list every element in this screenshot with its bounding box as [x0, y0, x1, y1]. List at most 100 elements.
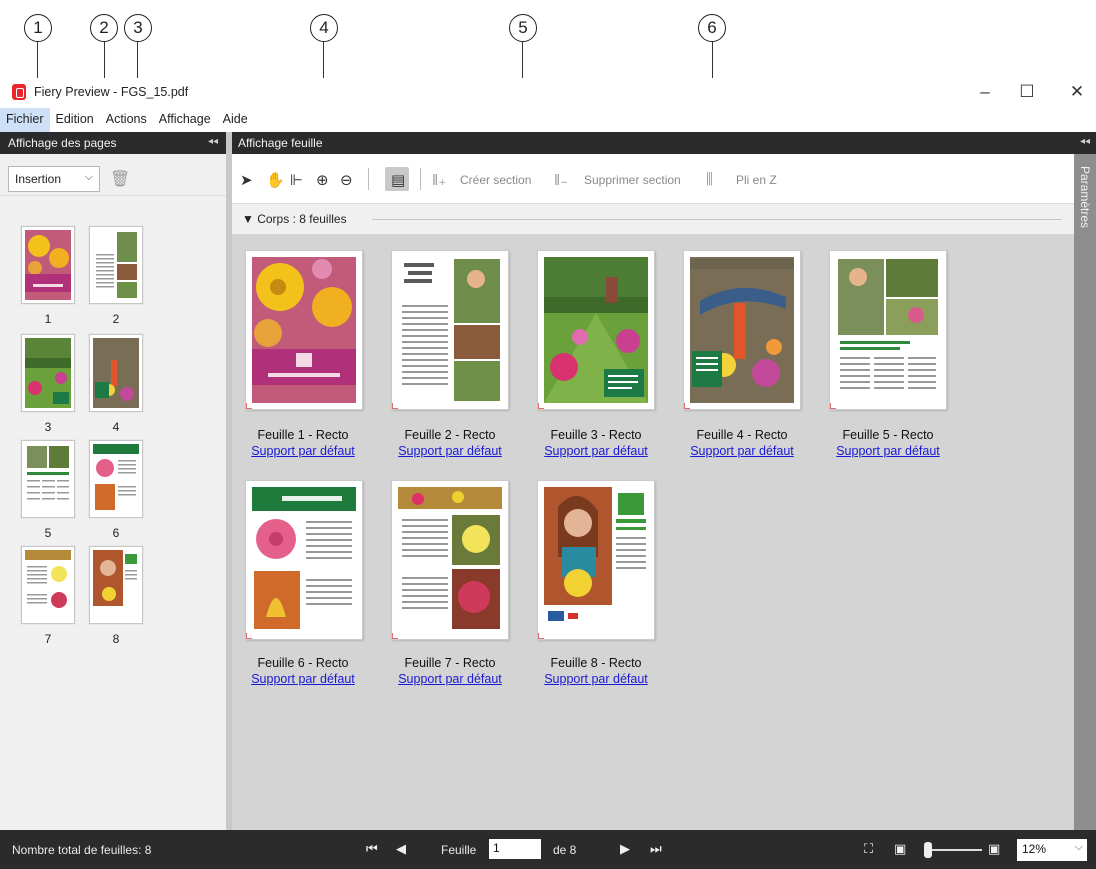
callout-3: 3: [124, 14, 152, 42]
sheet-4[interactable]: [683, 250, 801, 410]
section-header[interactable]: ▼ Corps : 8 feuilles: [232, 204, 1074, 234]
select-arrow-icon[interactable]: ➤: [240, 171, 253, 189]
sheet-8-image: [544, 487, 648, 633]
sheet-4-corner-mark: [684, 403, 690, 409]
page-thumbnail-3[interactable]: [21, 334, 75, 412]
delete-section-label[interactable]: Supprimer section: [584, 173, 681, 187]
sheet-7-corner-mark: [392, 633, 398, 639]
sheet-1[interactable]: [245, 250, 363, 410]
sheet-7-label: Feuille 7 - Recto: [404, 656, 496, 670]
total-sheets-count: Nombre total de feuilles: 8: [12, 843, 152, 857]
sheet-2[interactable]: [391, 250, 509, 410]
first-page-icon[interactable]: ⏮: [366, 841, 378, 857]
page-number-6: 6: [112, 526, 120, 540]
menu-bar: Fichier Edition Actions Affichage Aide: [0, 108, 1096, 132]
sheet-4-media-link[interactable]: Support par défaut: [667, 444, 817, 458]
next-page-icon[interactable]: ▶: [620, 841, 630, 857]
collapse-left-icon[interactable]: ◂◂: [208, 136, 218, 147]
page-marker-icon[interactable]: ⊩: [290, 171, 303, 189]
sheet-3-media-link[interactable]: Support par défaut: [521, 444, 671, 458]
window-title: Fiery Preview - FGS_15.pdf: [34, 85, 189, 99]
sheet-3[interactable]: [537, 250, 655, 410]
small-thumbnail-icon[interactable]: ▣: [894, 841, 906, 857]
chevron-down-icon: ⌵: [84, 171, 93, 183]
last-page-icon[interactable]: ⏭: [650, 841, 662, 857]
zoom-in-icon[interactable]: ⊕: [316, 171, 329, 189]
page-number-7: 7: [44, 632, 52, 646]
sheet-7-media-link[interactable]: Support par défaut: [375, 672, 525, 686]
page-thumbnail-7[interactable]: [21, 546, 75, 624]
toolbar-separator: [368, 168, 369, 190]
sheet-8-media-link[interactable]: Support par défaut: [521, 672, 671, 686]
sheet-5-label: Feuille 5 - Recto: [842, 428, 934, 442]
sheet-6-media-link[interactable]: Support par défaut: [228, 672, 378, 686]
page-7-image: [25, 550, 71, 620]
insertion-mode-select[interactable]: Insertion ⌵: [8, 166, 100, 192]
z-fold-icon[interactable]: ⫼: [706, 171, 713, 188]
sheet-number-input[interactable]: 1: [489, 839, 541, 859]
sheet-5-media-link[interactable]: Support par défaut: [813, 444, 963, 458]
page-2-image: [93, 230, 139, 300]
sheet-1-image: [252, 257, 356, 403]
sheet-thumbnail-icon[interactable]: ▤: [391, 171, 405, 189]
page-number-2: 2: [112, 312, 120, 326]
page-3-image: [25, 338, 71, 408]
sheet-8[interactable]: [537, 480, 655, 640]
settings-panel-collapsed[interactable]: ◂◂ Paramètres: [1074, 132, 1096, 830]
menu-affichage[interactable]: Affichage: [153, 108, 217, 132]
insertion-mode-value: Insertion: [15, 172, 62, 186]
callout-6: 6: [698, 14, 726, 42]
page-thumbnail-5[interactable]: [21, 440, 75, 518]
page-thumbnail-1[interactable]: [21, 226, 75, 304]
zoom-out-icon[interactable]: ⊖: [340, 171, 353, 189]
delete-section-icon[interactable]: ‖₋: [554, 171, 568, 189]
chevron-down-icon: ⌵: [1074, 841, 1083, 853]
sheet-6-corner-mark: [246, 633, 252, 639]
sheet-5[interactable]: [829, 250, 947, 410]
zoom-level-select[interactable]: 12% ⌵: [1017, 839, 1087, 861]
sheet-2-label: Feuille 2 - Recto: [404, 428, 496, 442]
close-button[interactable]: ✕: [1062, 80, 1092, 104]
sheet-nav-label: Feuille: [441, 843, 477, 857]
pan-hand-icon[interactable]: ✋: [266, 171, 285, 189]
previous-page-icon[interactable]: ◀: [396, 841, 406, 857]
sheet-6-label: Feuille 6 - Recto: [257, 656, 349, 670]
sheet-1-label: Feuille 1 - Recto: [257, 428, 349, 442]
delete-trash-icon[interactable]: 🗑: [110, 169, 130, 189]
expand-right-icon[interactable]: ◂◂: [1074, 132, 1096, 154]
menu-actions[interactable]: Actions: [100, 108, 153, 132]
sheet-2-media-link[interactable]: Support par défaut: [375, 444, 525, 458]
zoom-slider-track[interactable]: [930, 849, 982, 851]
page-view-title: Affichage des pages: [8, 136, 117, 150]
page-thumbnail-4[interactable]: [89, 334, 143, 412]
page-5-image: [25, 444, 71, 514]
sheet-total-label: de 8: [553, 843, 577, 857]
menu-edition[interactable]: Edition: [50, 108, 100, 132]
settings-panel-label: Paramètres: [1078, 166, 1092, 229]
fit-to-window-icon[interactable]: ⛶: [864, 841, 873, 857]
zoom-slider-handle[interactable]: [924, 842, 932, 858]
page-thumbnail-6[interactable]: [89, 440, 143, 518]
sheet-view-header: Affichage feuille: [232, 132, 1074, 154]
page-thumbnail-8[interactable]: [89, 546, 143, 624]
minimize-button[interactable]: –: [970, 80, 1000, 104]
menu-fichier[interactable]: Fichier: [0, 108, 50, 132]
zoom-level-value: 12%: [1022, 842, 1047, 856]
sheet-5-corner-mark: [830, 403, 836, 409]
page-8-image: [93, 550, 139, 620]
page-number-3: 3: [44, 420, 52, 434]
create-section-icon[interactable]: ‖₊: [432, 171, 446, 189]
page-thumbnail-2[interactable]: [89, 226, 143, 304]
large-thumbnail-icon[interactable]: ▣: [988, 841, 1000, 857]
sheet-1-media-link[interactable]: Support par défaut: [228, 444, 378, 458]
create-section-label[interactable]: Créer section: [460, 173, 531, 187]
sheet-6[interactable]: [245, 480, 363, 640]
menu-aide[interactable]: Aide: [217, 108, 254, 132]
sheet-canvas: ▼ Corps : 8 feuilles Feuille 1 - Recto S…: [232, 204, 1074, 830]
title-bar: Fiery Preview - FGS_15.pdf – ☐ ✕: [0, 78, 1096, 108]
maximize-button[interactable]: ☐: [1012, 80, 1042, 104]
sheet-7-image: [398, 487, 502, 633]
z-fold-label[interactable]: Pli en Z: [736, 173, 777, 187]
sheet-7[interactable]: [391, 480, 509, 640]
page-view-header: Affichage des pages ◂◂: [0, 132, 226, 154]
